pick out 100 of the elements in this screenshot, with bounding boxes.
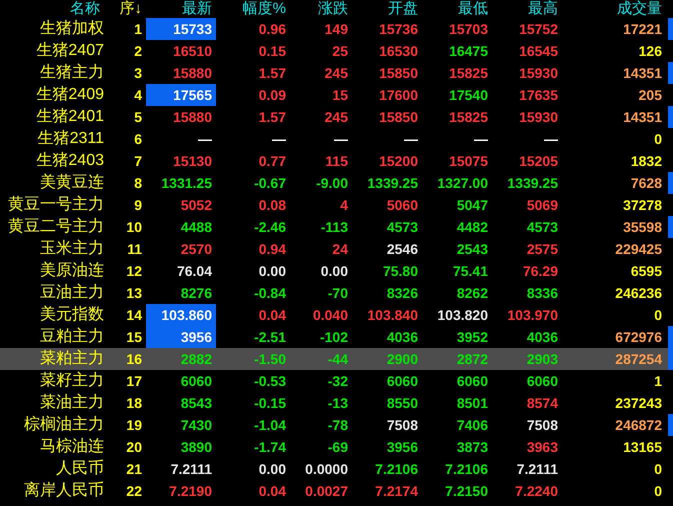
table-row[interactable]: 人民币 21 7.2111 0.00 0.0000 7.2106 7.2106 7.2111 0 — [0, 458, 673, 480]
table-row[interactable]: 生猪2311 6 — — — — — — 0 — [0, 128, 673, 150]
table-cell: — — [334, 131, 348, 147]
table-cell: 15930 — [519, 65, 558, 81]
table-row[interactable]: 豆油主力 13 8276 -0.84 -70 8326 8262 8336 246236 — [0, 282, 673, 304]
column-header[interactable]: 最高 — [492, 0, 562, 18]
name-cell-text: 菜粕主力 — [39, 348, 104, 369]
index-cell-text: 13 — [125, 284, 143, 303]
table-cell: 4036 — [386, 329, 418, 345]
table-cell: 6060 — [180, 373, 212, 389]
column-header[interactable]: 最低 — [422, 0, 492, 18]
column-header[interactable]: 开盘 — [352, 0, 422, 18]
table-cell: 17565 — [173, 87, 212, 103]
table-row[interactable]: 玉米主力 11 2570 0.94 24 2546 2543 2575 229425 — [0, 238, 673, 260]
table-cell: 15930 — [519, 109, 558, 125]
table-cell: 8543 — [180, 395, 212, 411]
table-row[interactable]: 美元指数 14 103.860 0.04 0.040 103.840 103.820 103.970 0 — [0, 304, 673, 326]
column-header[interactable]: 最新 — [146, 0, 216, 18]
table-row[interactable]: 生猪2407 2 16510 0.15 25 16530 16475 16545 126 — [0, 40, 673, 62]
table-cell: 1339.25 — [507, 175, 558, 191]
table-row[interactable]: 美黄豆连 8 1331.25 -0.67 -9.00 1339.25 1327.00 1339.25 7628 — [0, 172, 673, 194]
table-row[interactable]: 生猪2409 4 17565 0.09 15 17600 17540 17635 205 — [0, 84, 673, 106]
name-cell-text: 玉米主力 — [39, 238, 104, 259]
table-cell: 5060 — [386, 197, 418, 213]
table-cell: -1.50 — [254, 351, 286, 367]
column-header[interactable]: 序↓ — [104, 0, 146, 18]
table-cell: 1832 — [630, 153, 662, 169]
table-cell: 0.04 — [258, 483, 286, 499]
table-cell: 7.2240 — [515, 483, 558, 499]
table-cell: -32 — [328, 373, 348, 389]
index-cell-text: 22 — [125, 482, 143, 501]
table-cell: 3890 — [180, 439, 212, 455]
table-cell: 0.04 — [258, 307, 286, 323]
table-cell: 8550 — [386, 395, 418, 411]
table-cell: 103.860 — [161, 307, 212, 323]
table-cell: 3956 — [180, 329, 212, 345]
table-cell: 0.15 — [258, 43, 286, 59]
index-cell-text: 11 — [126, 240, 143, 259]
table-row[interactable]: 离岸人民币 22 7.2190 0.04 0.0027 7.2174 7.2150 7.2240 0 — [0, 480, 673, 502]
table-cell: -2.51 — [254, 329, 286, 345]
table-cell: 2903 — [526, 351, 558, 367]
table-cell: 7508 — [526, 417, 558, 433]
table-cell: 15880 — [173, 65, 212, 81]
index-cell-text: 14 — [125, 306, 143, 325]
table-row[interactable]: 菜籽主力 17 6060 -0.53 -32 6060 6060 6060 1 — [0, 370, 673, 392]
table-row[interactable]: 生猪主力 3 15880 1.57 245 15850 15825 15930 14351 — [0, 62, 673, 84]
table-cell: 8501 — [456, 395, 488, 411]
table-row[interactable]: 生猪2401 5 15880 1.57 245 15850 15825 15930 14351 — [0, 106, 673, 128]
table-cell: -113 — [320, 219, 348, 235]
table-cell: 15825 — [449, 109, 488, 125]
column-header[interactable]: 名称 — [0, 0, 104, 18]
table-cell: 0.040 — [312, 307, 348, 323]
table-cell: 14351 — [623, 109, 662, 125]
table-row[interactable]: 菜油主力 18 8543 -0.15 -13 8550 8501 8574 237243 — [0, 392, 673, 414]
column-header[interactable]: 幅度% — [216, 0, 290, 18]
table-row[interactable]: 生猪2403 7 15130 0.77 115 15200 15075 15205 1832 — [0, 150, 673, 172]
table-cell: 8336 — [526, 285, 558, 301]
table-cell: 15850 — [379, 109, 418, 125]
table-cell: 103.970 — [507, 307, 558, 323]
table-cell: 15825 — [449, 65, 488, 81]
table-row[interactable]: 黄豆二号主力 10 4488 -2.46 -113 4573 4482 4573 35598 — [0, 216, 673, 238]
name-cell-text: 黄豆一号主力 — [7, 194, 104, 215]
table-cell: 7.2174 — [375, 483, 418, 499]
table-cell: 7.2106 — [445, 461, 488, 477]
table-cell: 7.2111 — [516, 461, 558, 477]
table-row[interactable]: 生猪加权 1 15733 0.96 149 15736 15703 15752 17221 — [0, 18, 673, 40]
index-cell-text: 2 — [133, 42, 143, 61]
table-row[interactable]: 黄豆一号主力 9 5052 0.08 4 5060 5047 5069 37278 — [0, 194, 673, 216]
table-cell: 17600 — [379, 87, 418, 103]
table-row[interactable]: 豆粕主力 15 3956 -2.51 -102 4036 3952 4036 672976 — [0, 326, 673, 348]
name-cell-text: 黄豆二号主力 — [7, 216, 104, 237]
column-header[interactable]: 成交量 — [562, 0, 666, 18]
table-cell: 2546 — [386, 241, 418, 257]
index-cell-text: 16 — [125, 350, 143, 369]
name-cell-text: 棕榈油主力 — [23, 414, 104, 435]
table-row[interactable]: 美原油连 12 76.04 0.00 0.00 75.80 75.41 76.29 6595 — [0, 260, 673, 282]
table-cell: 6060 — [526, 373, 558, 389]
table-row[interactable]: 菜粕主力 16 2882 -1.50 -44 2900 2872 2903 287254 — [0, 348, 673, 370]
table-cell: 0.00 — [258, 263, 286, 279]
table-cell: 15200 — [379, 153, 418, 169]
table-cell: 6595 — [630, 263, 662, 279]
table-cell: -9.00 — [316, 175, 348, 191]
table-cell: — — [474, 131, 488, 147]
table-cell: 7430 — [180, 417, 212, 433]
table-row[interactable]: 马棕油连 20 3890 -1.74 -69 3956 3873 3963 13165 — [0, 436, 673, 458]
table-cell: 8326 — [386, 285, 418, 301]
table-cell: 0.0027 — [305, 483, 348, 499]
column-header[interactable]: 涨跌 — [290, 0, 352, 18]
index-cell-text: 12 — [125, 262, 143, 281]
table-cell: 245 — [324, 65, 348, 81]
table-cell: 2543 — [456, 241, 488, 257]
name-cell-text: 生猪2403 — [35, 150, 104, 171]
table-cell: 1.57 — [258, 109, 286, 125]
index-cell-text: 18 — [125, 394, 143, 413]
table-cell: 6060 — [386, 373, 418, 389]
name-cell-text: 马棕油连 — [39, 436, 104, 457]
table-row[interactable]: 棕榈油主力 19 7430 -1.04 -78 7508 7406 7508 246872 — [0, 414, 673, 436]
index-cell-text: 21 — [125, 460, 143, 479]
table-cell: 3952 — [456, 329, 488, 345]
table-cell: 3956 — [386, 439, 418, 455]
